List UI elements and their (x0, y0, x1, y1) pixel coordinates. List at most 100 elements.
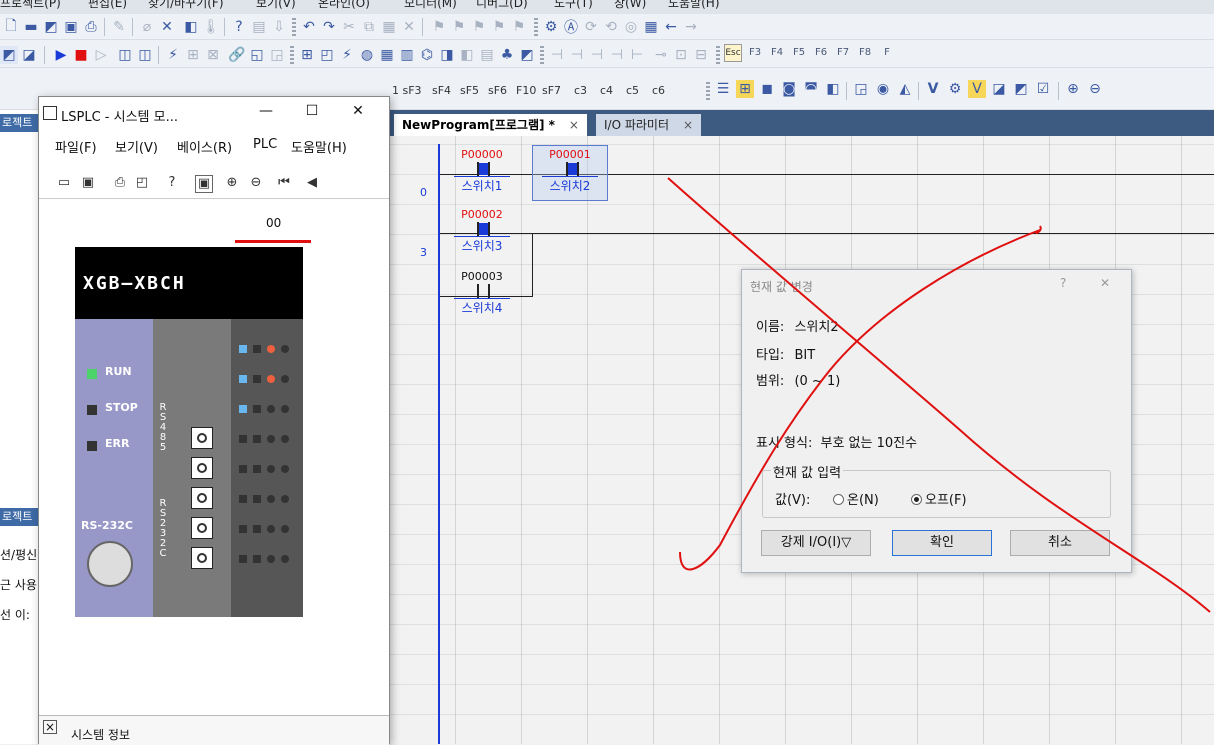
prev-icon[interactable]: ◀ (303, 175, 321, 193)
menu-view[interactable]: 보기(V) (256, 0, 296, 11)
radio-off[interactable]: 오프(F) (911, 489, 967, 508)
bookmark-clear-icon[interactable]: ⚑ (510, 18, 528, 36)
menu-tools[interactable]: 도구(T) (554, 0, 593, 11)
f5-key[interactable]: F5 (790, 48, 808, 58)
menu-debug[interactable]: 디버그(D) (476, 0, 528, 11)
help-icon[interactable]: ? (230, 18, 248, 36)
break-icon[interactable]: ⊠ (204, 46, 222, 64)
variable-icon[interactable]: ▦ (378, 46, 396, 64)
first-icon[interactable]: ⏮ (275, 175, 293, 193)
open-project-icon[interactable]: ◩ (42, 18, 60, 36)
tab-close-icon[interactable]: × (683, 118, 693, 132)
sim-menu-help[interactable]: 도움말(H) (291, 137, 347, 156)
left-panel-item-3[interactable]: 선 이: (0, 606, 38, 623)
contact-p00002[interactable]: P00002 스위치3 (444, 208, 520, 254)
view-icon[interactable]: ◰ (318, 46, 336, 64)
io-icon[interactable]: ⌬ (418, 46, 436, 64)
print-icon[interactable]: ⎙ (82, 18, 100, 36)
zoom-in-icon[interactable]: ⊕ (223, 175, 241, 193)
help-button[interactable]: ? (1060, 276, 1066, 290)
c3-key[interactable]: c3 (574, 84, 587, 97)
delete-icon[interactable]: ✕ (400, 18, 418, 36)
system-icon[interactable]: ▣ (195, 175, 213, 193)
close-button[interactable]: ✕ (343, 103, 373, 123)
tab-io-parameter[interactable]: I/O 파라미터 × (596, 114, 702, 136)
zoom-out-icon[interactable]: ⊖ (1086, 80, 1104, 98)
dialog-close-button[interactable]: ✕ (1100, 276, 1110, 290)
func-icon[interactable]: ⊟ (692, 46, 710, 64)
preview-icon[interactable]: ◰ (133, 175, 151, 193)
left-panel-item-2[interactable]: 근 사용 (0, 576, 38, 593)
link-icon[interactable]: 🔗 (228, 46, 246, 64)
left-panel-item-1[interactable]: 션/평신 (0, 546, 38, 563)
tag2-icon[interactable]: ◩ (1012, 80, 1030, 98)
bookmark-list-icon[interactable]: ⚑ (490, 18, 508, 36)
sim-menu-view[interactable]: 보기(V) (115, 137, 158, 156)
copy-icon[interactable]: ⧉ (360, 18, 378, 36)
back-arrow-icon[interactable]: ← (662, 18, 680, 36)
menu-help[interactable]: 도움말(H) (668, 0, 720, 11)
sim-menu-base[interactable]: 베이스(R) (177, 137, 232, 156)
f10-key[interactable]: F10 (516, 84, 536, 97)
list-view-icon[interactable]: ☰ (714, 80, 732, 98)
simulator-title-bar[interactable]: LSPLC - 시스템 모... — ☐ ✕ (39, 97, 389, 131)
step-icon[interactable]: ⊞ (184, 46, 202, 64)
wrench-icon[interactable]: ✎ (110, 18, 128, 36)
memory2-icon[interactable]: ◧ (458, 46, 476, 64)
menu-online[interactable]: 온라인(O) (318, 0, 370, 11)
sim-menu-file[interactable]: 파일(F) (55, 137, 97, 156)
bookmark-next-icon[interactable]: ⚑ (450, 18, 468, 36)
radio-on[interactable]: 온(N) (833, 489, 879, 508)
print-icon[interactable]: ⎙ (111, 175, 129, 193)
zoom-in-icon[interactable]: ⊕ (1064, 80, 1082, 98)
find-device-icon[interactable]: ⚙ (542, 18, 560, 36)
zoom-find-icon[interactable]: ◎ (622, 18, 640, 36)
minimize-button[interactable]: — (251, 103, 281, 123)
option-icon[interactable]: ◩ (518, 46, 536, 64)
vline-icon[interactable]: ⊸ (652, 46, 670, 64)
hline-icon[interactable]: ⊢ (628, 46, 646, 64)
contact-n-icon[interactable]: ⊣ (608, 46, 626, 64)
contact-no-icon[interactable]: ⊣ (548, 46, 566, 64)
f-key[interactable]: F (878, 48, 896, 58)
monitor-view-icon[interactable]: ◚ (802, 80, 820, 98)
menu-window[interactable]: 창(W) (614, 0, 646, 11)
save-icon[interactable]: ▣ (79, 175, 97, 193)
redo-icon[interactable]: ↷ (320, 18, 338, 36)
vo-icon[interactable]: V (968, 80, 986, 98)
split-view-icon[interactable]: ◧ (824, 80, 842, 98)
tool-icon[interactable]: ♣ (498, 46, 516, 64)
stop-icon[interactable]: ■ (72, 46, 90, 64)
module-icon[interactable]: ◍ (358, 46, 376, 64)
comment-icon[interactable]: ▥ (398, 46, 416, 64)
menu-find-replace[interactable]: 찾기/바꾸기(F) (148, 0, 224, 11)
c5-key[interactable]: c5 (626, 84, 639, 97)
contact-p-icon[interactable]: ⊣ (588, 46, 606, 64)
coil-icon[interactable]: ⊡ (672, 46, 690, 64)
find-next-icon[interactable]: ⟲ (602, 18, 620, 36)
sf5-key[interactable]: sF5 (460, 84, 479, 97)
gear2-icon[interactable]: ⚙ (946, 80, 964, 98)
menu-edit[interactable]: 편집(E) (88, 0, 127, 11)
menu-monitor[interactable]: 모니터(M) (404, 0, 457, 11)
trend-icon[interactable]: ◱ (248, 46, 266, 64)
f7-key[interactable]: F7 (834, 48, 852, 58)
memory-icon[interactable]: ◨ (438, 46, 456, 64)
f6-key[interactable]: F6 (812, 48, 830, 58)
grid-icon[interactable]: ▦ (642, 18, 660, 36)
trend2-icon[interactable]: ◲ (268, 46, 286, 64)
online-icon[interactable]: ◩ (0, 46, 18, 64)
param-icon[interactable]: ▤ (478, 46, 496, 64)
flash-icon[interactable]: ⚡ (164, 46, 182, 64)
pause-icon[interactable]: ▷ (92, 46, 110, 64)
record-icon[interactable]: ◉ (874, 80, 892, 98)
new-file-icon[interactable]: 🗋 (2, 18, 20, 36)
force-io-button[interactable]: 강제 I/O(I)▽ (761, 530, 871, 556)
monitor-stop-icon[interactable]: ◫ (136, 46, 154, 64)
ladder-view-icon[interactable]: ⊞ (736, 80, 754, 98)
sim-menu-plc[interactable]: PLC (253, 137, 277, 152)
contact-nc-icon[interactable]: ⊣ (568, 46, 586, 64)
contact-p00000[interactable]: P00000 스위치1 (444, 148, 520, 194)
f8-key[interactable]: F8 (856, 48, 874, 58)
check-icon[interactable]: ☑ (1034, 80, 1052, 98)
